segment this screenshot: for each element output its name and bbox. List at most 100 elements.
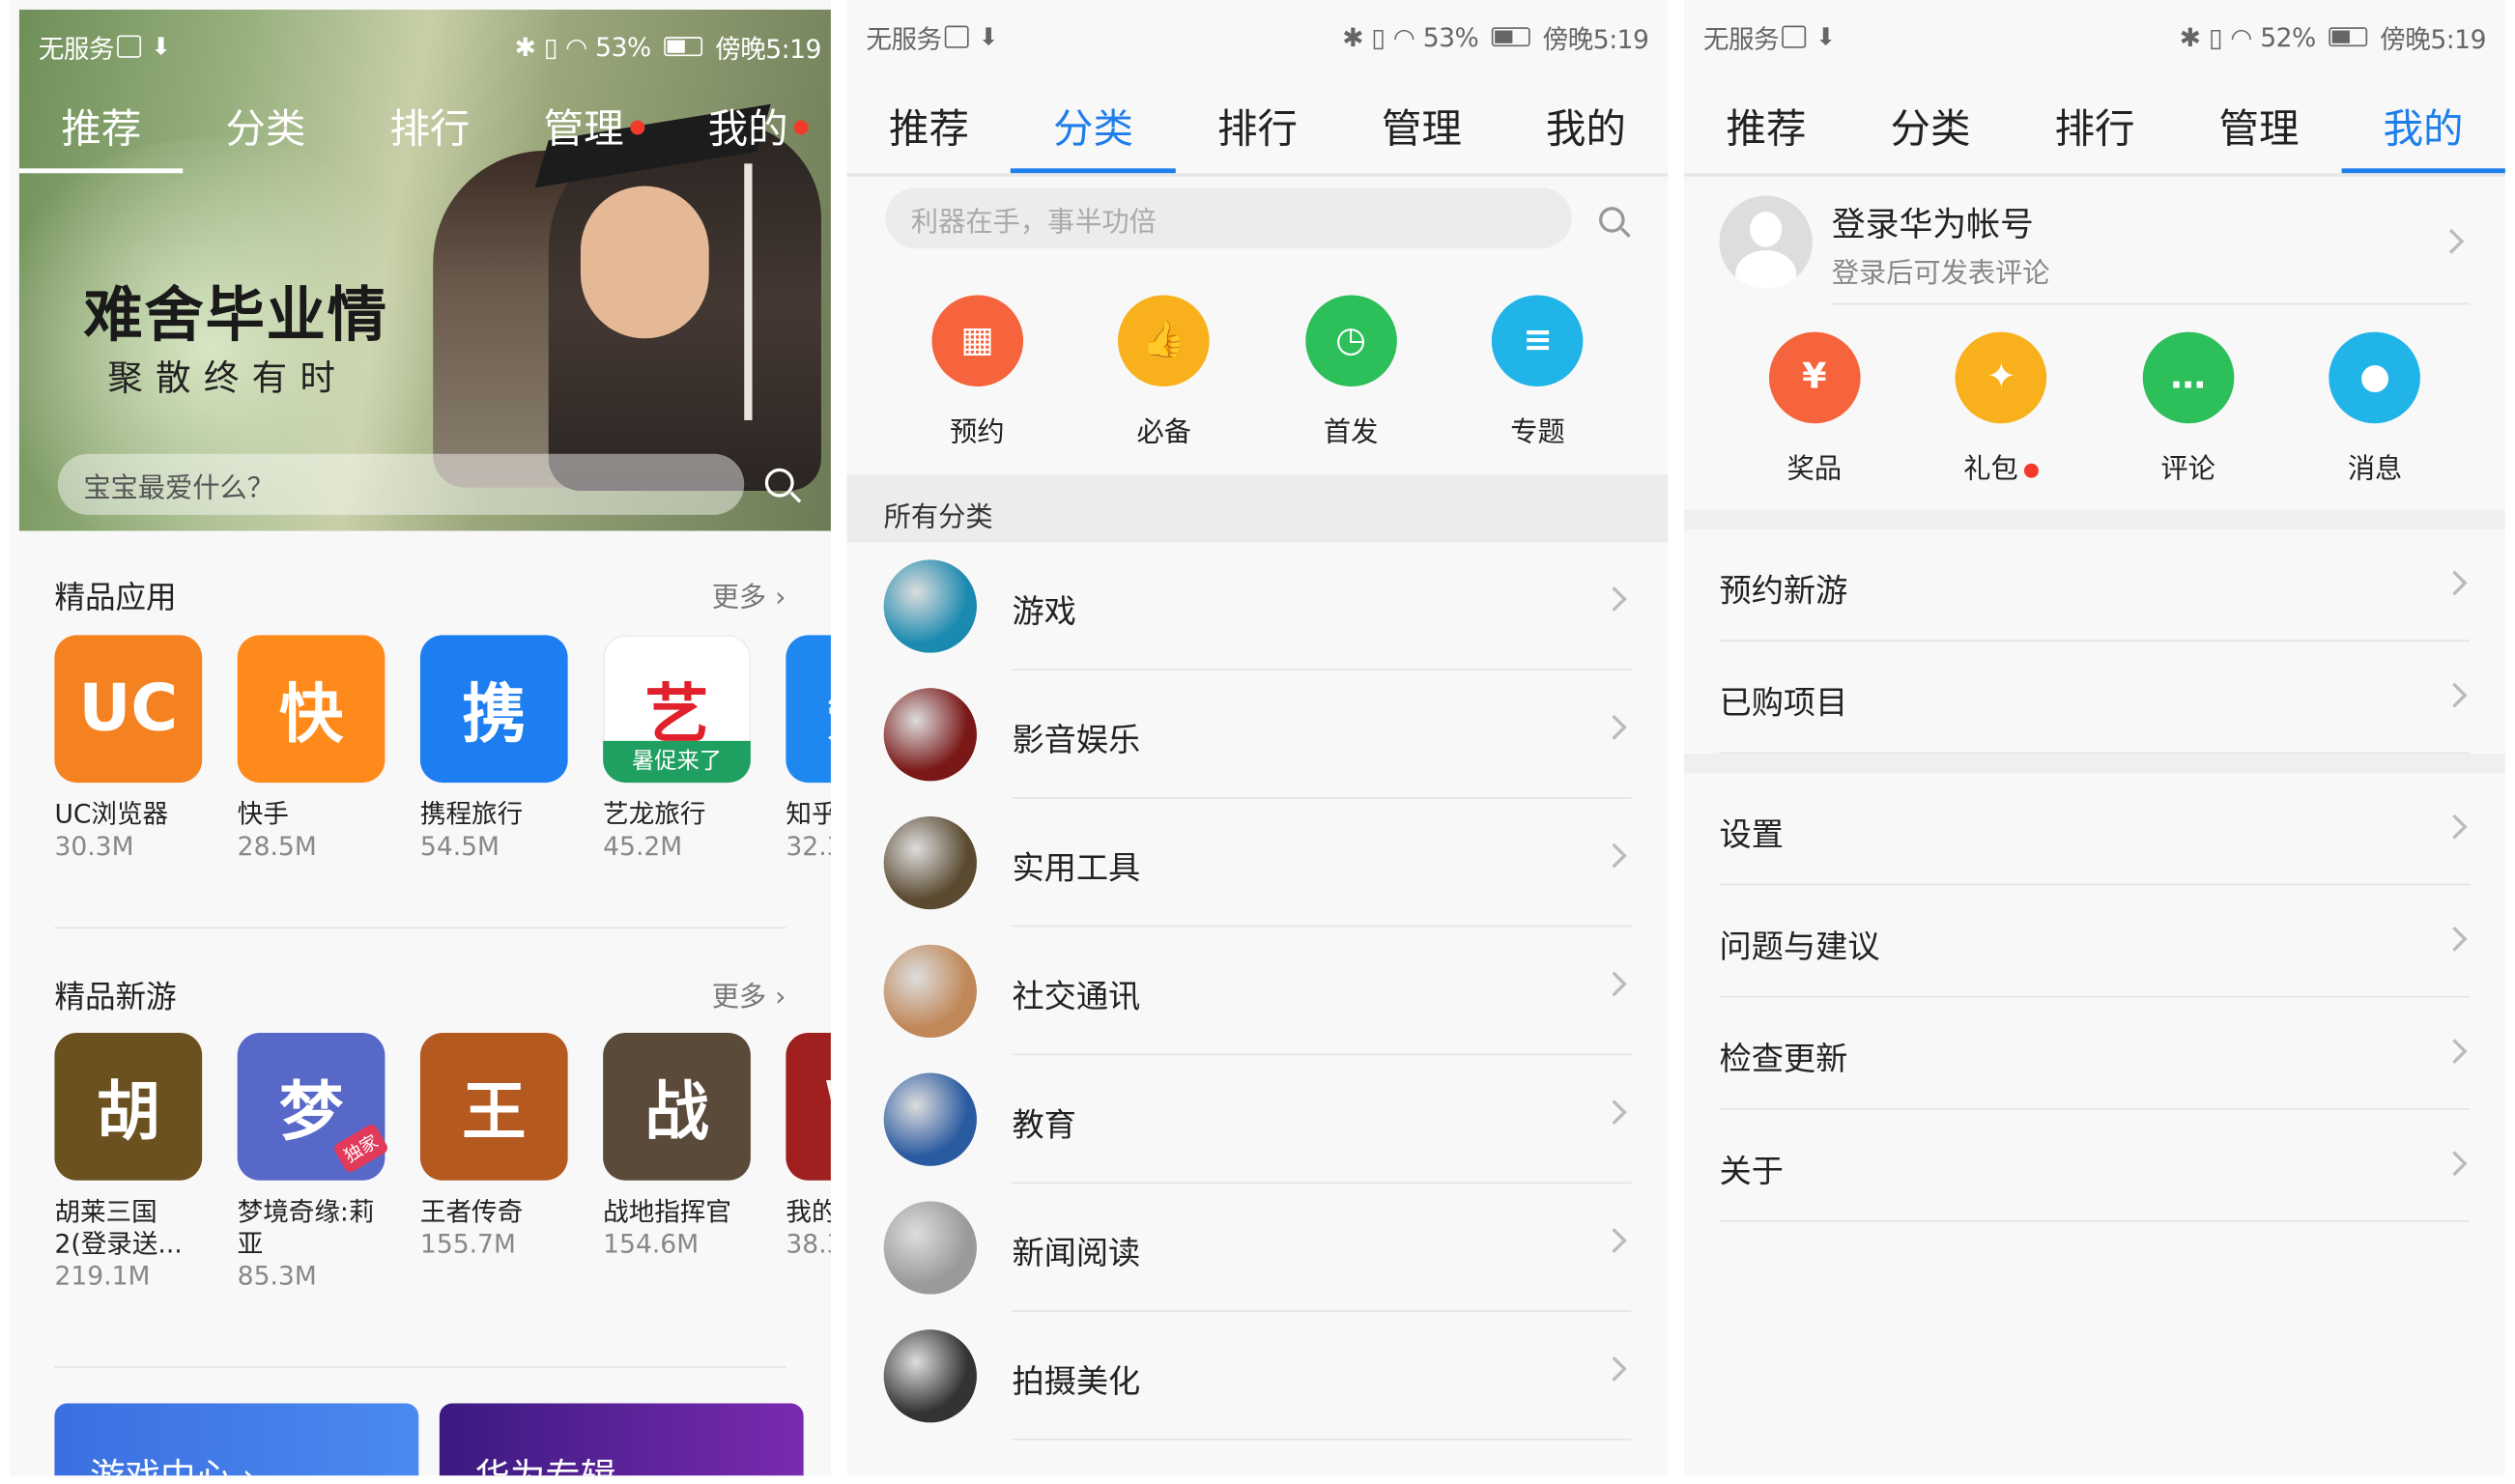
app-icon[interactable]: 战 xyxy=(603,1033,751,1181)
quick-entry-icon[interactable]: ✦ xyxy=(1955,331,2047,424)
carrier-text: 无服务 xyxy=(38,33,115,65)
app-size: 30.3M xyxy=(54,830,134,862)
vibrate-icon: ▯ xyxy=(1371,21,1386,52)
app-item[interactable]: 快快手 28.5M xyxy=(237,635,386,863)
quick-entry-icon[interactable]: ▦ xyxy=(931,295,1023,387)
quick-entry-2[interactable]: ◷ 首发 xyxy=(1278,295,1422,449)
all-categories-header: 所有分类 xyxy=(846,474,1669,543)
tab-ranking[interactable]: 排行 xyxy=(348,80,512,173)
quick-entry-0[interactable]: ¥ 奖品 xyxy=(1742,331,1886,486)
chevron-right-icon xyxy=(1601,586,1627,612)
quick-entry-icon[interactable]: ● xyxy=(2329,331,2421,424)
quick-entry-2[interactable]: … 评论 xyxy=(2116,331,2260,486)
app-icon[interactable]: UC xyxy=(54,635,203,784)
app-size: 85.3M xyxy=(237,1260,317,1292)
tab-recommend[interactable]: 推荐 xyxy=(18,80,185,174)
tab-category[interactable]: 分类 xyxy=(1848,80,2013,173)
category-row[interactable]: 影音娱乐 xyxy=(846,671,1668,799)
huawei-album-card[interactable]: 华为专辑 xyxy=(439,1403,804,1476)
app-item[interactable]: W 我的38.3 xyxy=(786,1033,831,1293)
category-name: 拍摄美化 xyxy=(1012,1361,1141,1401)
app-icon[interactable]: 快 xyxy=(237,635,386,784)
avatar[interactable] xyxy=(1719,195,1813,289)
quick-entry-icon[interactable]: … xyxy=(2142,331,2234,424)
quick-entry-icon[interactable]: 👍 xyxy=(1118,295,1211,387)
menu-group-2: 设置问题与建议检查更新 关于 xyxy=(1684,773,2505,1222)
game-center-card[interactable]: 游戏中心 › xyxy=(54,1403,419,1476)
app-size: 219.1M xyxy=(54,1260,151,1292)
section-gap xyxy=(1684,754,2505,774)
app-item[interactable]: 胡胡莱三国 2(登录送... 219.1M xyxy=(54,1033,203,1293)
category-row[interactable]: 游戏 xyxy=(846,542,1668,671)
category-row[interactable]: 新闻阅读 xyxy=(846,1184,1668,1312)
app-size: 32.3 xyxy=(786,830,830,862)
screenshot-stage: 无服务 ⬇ ✱ ▯ ◠ 53% 傍晚5:19 推荐 分类 排行 管理 我的 难舍… xyxy=(0,0,2515,1484)
login-subtitle: 登录后可发表评论 xyxy=(1831,258,2050,291)
menu-item-label: 问题与建议 xyxy=(1719,927,1880,966)
app-icon[interactable]: 知 xyxy=(786,635,831,784)
app-item[interactable]: 梦独家 梦境奇缘:莉亚 85.3M xyxy=(237,1033,390,1293)
login-row[interactable]: 登录华为帐号 登录后可发表评论 xyxy=(1684,180,2505,305)
category-row[interactable]: 社交通讯 xyxy=(846,927,1668,1056)
tab-recommend[interactable]: 推荐 xyxy=(1684,80,1848,173)
search-icon[interactable] xyxy=(764,468,794,498)
menu-item[interactable]: 已购项目 xyxy=(1684,642,2505,755)
hero-banner[interactable]: 无服务 ⬇ ✱ ▯ ◠ 53% 傍晚5:19 推荐 分类 排行 管理 我的 难舍… xyxy=(18,9,831,531)
app-icon[interactable]: 王 xyxy=(419,1033,568,1181)
search-input[interactable]: 宝宝最爱什么？ xyxy=(57,453,745,515)
menu-item[interactable]: 预约新游 xyxy=(1684,529,2505,642)
search-icon[interactable] xyxy=(1599,207,1625,233)
quick-entry-icon[interactable]: ◷ xyxy=(1304,295,1397,387)
tab-category[interactable]: 分类 xyxy=(184,80,348,173)
tab-category[interactable]: 分类 xyxy=(1011,80,1177,174)
app-item[interactable]: 携携程旅行 54.5M xyxy=(419,635,568,863)
menu-item[interactable]: 设置 xyxy=(1684,773,2505,886)
tab-mine[interactable]: 我的 xyxy=(676,80,831,173)
category-row[interactable]: 实用工具 xyxy=(846,799,1668,928)
quick-entry-label: 首发 xyxy=(1278,409,1422,449)
tab-recommend[interactable]: 推荐 xyxy=(846,80,1011,173)
quick-entry-3[interactable]: ● 消息 xyxy=(2302,331,2446,486)
app-item[interactable]: 艺暑促来了 艺龙旅行 45.2M xyxy=(603,635,751,863)
more-apps-link[interactable]: 更多 › xyxy=(712,574,786,614)
menu-item[interactable]: 检查更新 xyxy=(1684,998,2505,1110)
tab-ranking[interactable]: 排行 xyxy=(1175,80,1339,173)
tab-manage[interactable]: 管理 xyxy=(512,80,676,173)
app-item[interactable]: 王王者传奇 155.7M xyxy=(419,1033,568,1293)
menu-item[interactable]: 关于 xyxy=(1684,1110,2505,1222)
category-row[interactable]: 拍摄美化 xyxy=(846,1312,1668,1441)
app-icon[interactable]: 胡 xyxy=(54,1033,203,1181)
app-icon[interactable]: 携 xyxy=(419,635,568,784)
quick-entry-text: 消息 xyxy=(2347,453,2403,486)
app-icon[interactable]: W xyxy=(786,1033,831,1181)
chevron-right-icon xyxy=(2442,813,2468,840)
tab-mine[interactable]: 我的 xyxy=(1503,80,1668,173)
app-size: 45.2M xyxy=(603,830,683,862)
download-icon: ⬇ xyxy=(978,22,999,52)
tab-ranking[interactable]: 排行 xyxy=(2013,80,2177,173)
app-name: 快手 xyxy=(237,798,289,830)
app-name: 胡莱三国 xyxy=(54,1196,157,1227)
quick-entry-3[interactable]: ≡ 专题 xyxy=(1466,295,1610,449)
app-item[interactable]: 战战地指挥官 154.6M xyxy=(603,1033,751,1293)
time-text: 傍晚5:19 xyxy=(715,33,821,65)
menu-item[interactable]: 问题与建议 xyxy=(1684,885,2505,998)
quick-entry-icon[interactable]: ≡ xyxy=(1492,295,1584,387)
hero-face xyxy=(580,186,709,339)
quick-entry-icon[interactable]: ¥ xyxy=(1768,331,1861,424)
quick-entry-1[interactable]: 👍 必备 xyxy=(1092,295,1236,449)
tab-manage[interactable]: 管理 xyxy=(1339,80,1503,173)
search-input[interactable]: 利器在手，事半功倍 xyxy=(885,187,1572,249)
notification-dot xyxy=(794,119,810,134)
divider xyxy=(1831,302,2471,305)
quick-entry-text: 礼包 xyxy=(1963,453,2018,486)
app-item[interactable]: UC UC浏览器 30.3M xyxy=(54,635,203,863)
quick-entry-1[interactable]: ✦ 礼包 xyxy=(1929,331,2073,486)
tab-mine[interactable]: 我的 xyxy=(2340,80,2505,174)
more-games-link[interactable]: 更多 › xyxy=(712,974,786,1013)
quick-entry-0[interactable]: ▦ 预约 xyxy=(905,295,1049,449)
chevron-right-icon xyxy=(2442,927,2468,952)
app-item[interactable]: 知知乎32.3 xyxy=(786,635,831,863)
tab-manage[interactable]: 管理 xyxy=(2177,80,2341,173)
category-row[interactable]: 教育 xyxy=(846,1055,1668,1184)
